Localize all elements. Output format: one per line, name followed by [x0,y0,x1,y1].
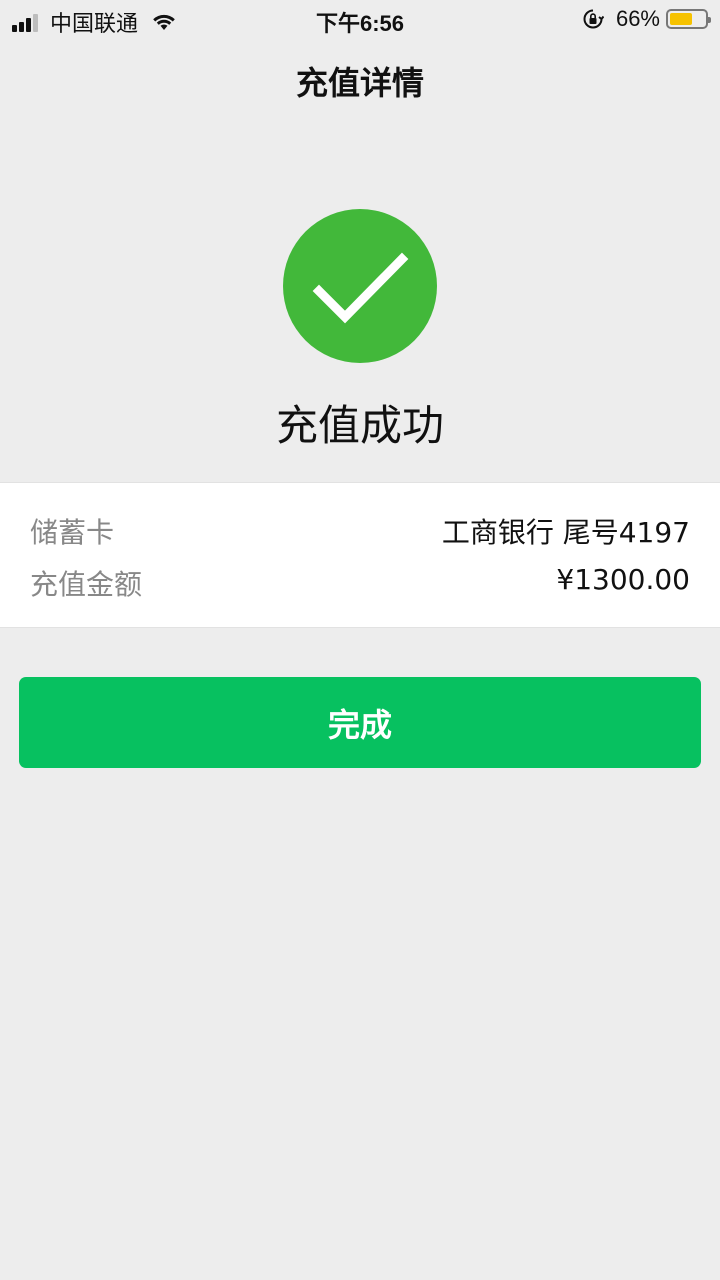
detail-row-amount: 充值金额 ¥1300.00 [30,563,690,603]
done-button[interactable]: 完成 [19,677,701,768]
battery-tip [708,17,711,23]
status-bar: 中国联通 下午6:56 66% [0,0,720,40]
battery-fill [670,13,692,25]
rotation-lock-icon [583,9,604,29]
battery-icon [666,9,711,29]
detail-label: 充值金额 [30,568,143,601]
result-message: 充值成功 [275,401,444,450]
detail-value: ¥1300.00 [556,563,690,596]
status-right: 66% [582,6,711,32]
page-title: 充值详情 [295,64,424,102]
success-check-icon [283,209,437,363]
screen: 中国联通 下午6:56 66% 充值详情 充值成功 储蓄卡 工商银行 尾号419… [0,0,720,1280]
detail-card: 储蓄卡 工商银行 尾号4197 充值金额 ¥1300.00 [0,482,720,628]
detail-label: 储蓄卡 [30,516,115,549]
detail-row-card: 储蓄卡 工商银行 尾号4197 [30,511,690,551]
battery-percent: 66% [615,6,660,31]
detail-value: 工商银行 尾号4197 [441,516,690,549]
